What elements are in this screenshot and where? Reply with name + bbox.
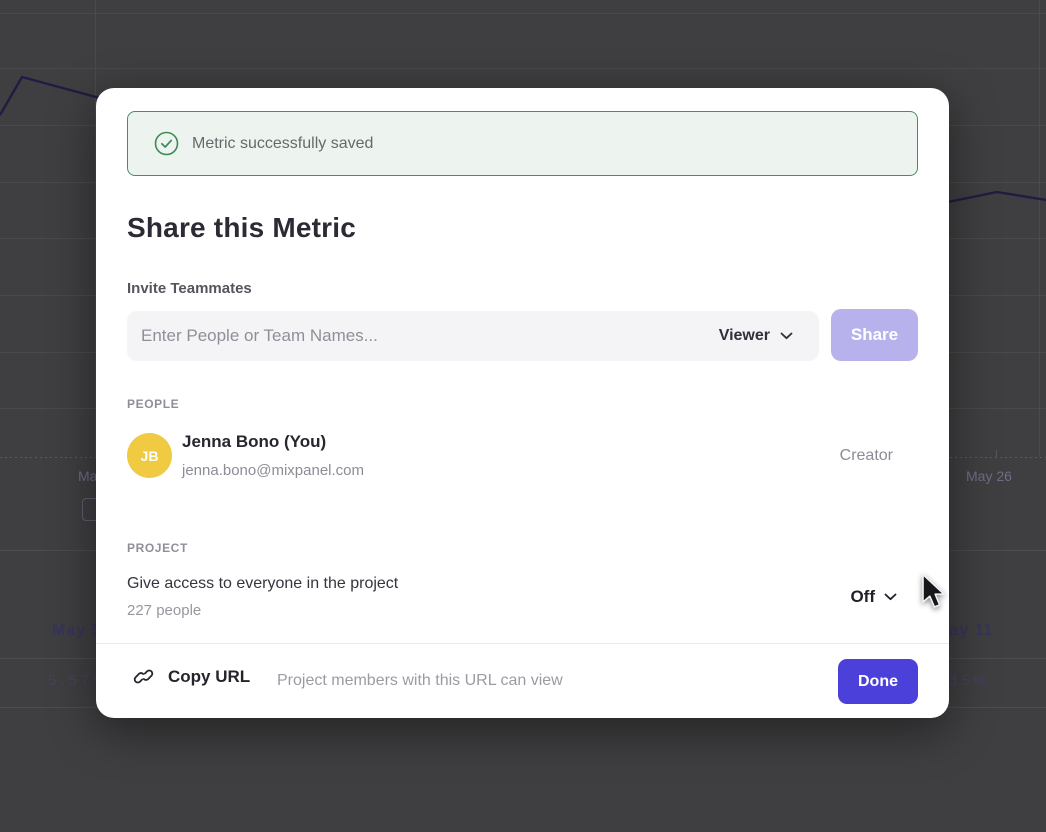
banner-message: Metric successfully saved <box>192 135 373 153</box>
copy-url-label: Copy URL <box>168 667 250 687</box>
invite-people-input[interactable] <box>127 311 711 361</box>
dialog-title: Share this Metric <box>127 212 356 244</box>
link-icon <box>133 666 154 687</box>
chevron-down-icon <box>780 332 793 340</box>
avatar-initials: JB <box>141 448 159 464</box>
table-column-header: May 5 <box>52 622 101 640</box>
share-button[interactable]: Share <box>831 309 918 361</box>
person-role-badge: Creator <box>840 447 893 465</box>
chevron-down-icon <box>884 593 897 601</box>
table-cell-value: 35% <box>949 672 991 689</box>
role-dropdown[interactable]: Viewer <box>711 311 819 361</box>
share-metric-dialog: Metric successfully saved Share this Met… <box>96 88 949 718</box>
avatar: JB <box>127 433 172 478</box>
done-button[interactable]: Done <box>838 659 918 704</box>
people-section-label: PEOPLE <box>127 397 179 411</box>
person-email: jenna.bono@mixpanel.com <box>182 462 364 479</box>
footer-divider <box>96 643 949 644</box>
x-axis-label: Ma <box>78 468 97 484</box>
person-name: Jenna Bono (You) <box>182 432 326 452</box>
success-banner: Metric successfully saved <box>127 111 918 176</box>
url-permission-hint: Project members with this URL can view <box>277 672 563 690</box>
role-dropdown-value: Viewer <box>719 327 770 345</box>
project-access-value: Off <box>850 587 875 607</box>
project-people-count: 227 people <box>127 602 201 619</box>
copy-url-button[interactable]: Copy URL <box>133 666 250 687</box>
invite-input-container: Viewer <box>127 311 819 361</box>
x-axis-label: May 26 <box>966 468 1012 484</box>
screen: Ma May 26 May 5 May 11 5.57% 35% Metric … <box>0 0 1046 832</box>
project-access-dropdown[interactable]: Off <box>850 587 897 607</box>
check-circle-icon <box>154 131 179 156</box>
project-section-label: PROJECT <box>127 541 188 555</box>
project-access-title: Give access to everyone in the project <box>127 575 398 593</box>
invite-teammates-label: Invite Teammates <box>127 280 252 297</box>
